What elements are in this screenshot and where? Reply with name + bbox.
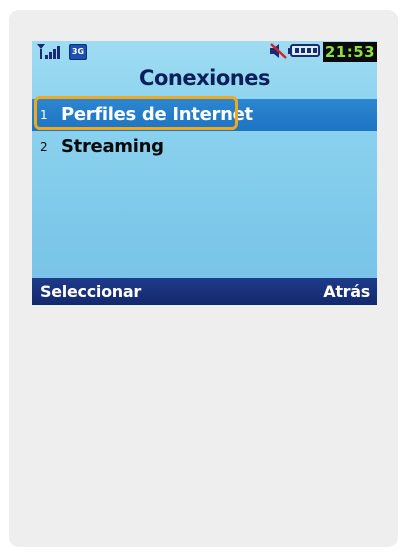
menu-item-number: 2	[40, 140, 48, 154]
screen-title: Conexiones	[139, 66, 270, 90]
status-bar: 3G 21:53	[32, 41, 377, 63]
muted-speaker-icon	[270, 43, 287, 59]
signal-strength-icon	[37, 44, 60, 59]
phone-screen: 3G 21:53 Conexiones 1 Perfiles de Intern…	[32, 41, 377, 305]
back-softkey[interactable]: Atrás	[323, 278, 370, 305]
menu-item-streaming[interactable]: 2 Streaming	[32, 131, 377, 163]
softkey-bar: Seleccionar Atrás	[32, 278, 377, 305]
highlight-annotation	[34, 96, 238, 130]
battery-icon	[290, 44, 320, 57]
select-softkey[interactable]: Seleccionar	[40, 278, 141, 305]
menu-item-label: Streaming	[61, 136, 164, 157]
clock: 21:53	[323, 42, 377, 62]
network-3g-icon: 3G	[69, 44, 87, 60]
